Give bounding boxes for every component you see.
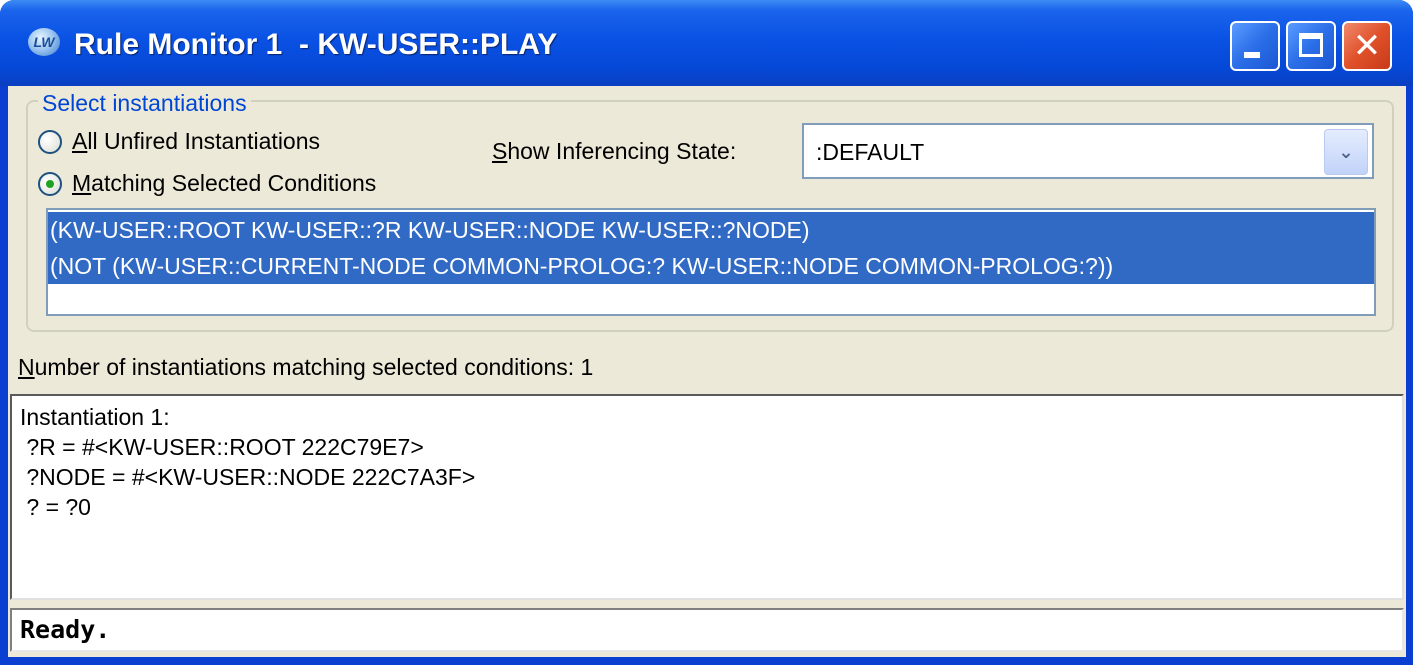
instantiations-output[interactable]: Instantiation 1: ?R = #<KW-USER::ROOT 22…	[10, 394, 1404, 600]
radio-matching-selected[interactable]: Matching Selected Conditions	[38, 170, 376, 197]
radio-matching-selected-button[interactable]	[38, 171, 62, 196]
rule-monitor-window: LW Rule Monitor 1 - KW-USER::PLAY ✕ Sele…	[0, 0, 1413, 665]
maximize-icon	[1299, 33, 1323, 57]
radio-matching-selected-label: Matching Selected Conditions	[72, 170, 377, 196]
radio-all-unfired[interactable]: All Unfired Instantiations	[38, 128, 320, 155]
instantiation-count-label: Number of instantiations matching select…	[18, 354, 594, 380]
inferencing-state-dropdown[interactable]: :DEFAULT ⌄	[802, 123, 1374, 179]
close-icon: ✕	[1352, 26, 1382, 66]
radio-all-unfired-label: All Unfired Instantiations	[72, 128, 321, 154]
app-icon[interactable]: LW	[28, 28, 60, 56]
condition-item[interactable]: (NOT (KW-USER::CURRENT-NODE COMMON-PROLO…	[48, 248, 1374, 284]
inferencing-state-value: :DEFAULT	[816, 139, 925, 165]
conditions-list[interactable]: (KW-USER::ROOT KW-USER::?R KW-USER::NODE…	[46, 208, 1376, 316]
output-line: ?NODE = #<KW-USER::NODE 222C7A3F>	[20, 464, 476, 490]
radio-all-unfired-button[interactable]	[38, 129, 62, 154]
title-bar[interactable]: LW Rule Monitor 1 - KW-USER::PLAY ✕	[0, 0, 1413, 86]
output-line: ?R = #<KW-USER::ROOT 222C79E7>	[20, 434, 424, 460]
inferencing-state-label: Show Inferencing State:	[492, 138, 737, 164]
condition-item[interactable]: (KW-USER::ROOT KW-USER::?R KW-USER::NODE…	[48, 212, 1374, 248]
window-title: Rule Monitor 1 - KW-USER::PLAY	[74, 28, 558, 61]
dropdown-arrow-icon[interactable]: ⌄	[1324, 129, 1368, 175]
close-button[interactable]: ✕	[1342, 21, 1392, 71]
output-line: ? = ?0	[20, 494, 91, 520]
group-legend: Select instantiations	[38, 90, 251, 117]
maximize-button[interactable]	[1286, 21, 1336, 71]
minimize-icon	[1244, 52, 1260, 58]
status-bar: Ready.	[10, 608, 1404, 652]
output-line: Instantiation 1:	[20, 404, 170, 430]
minimize-button[interactable]	[1230, 21, 1280, 71]
client-area: Select instantiations All Unfired Instan…	[8, 86, 1406, 657]
